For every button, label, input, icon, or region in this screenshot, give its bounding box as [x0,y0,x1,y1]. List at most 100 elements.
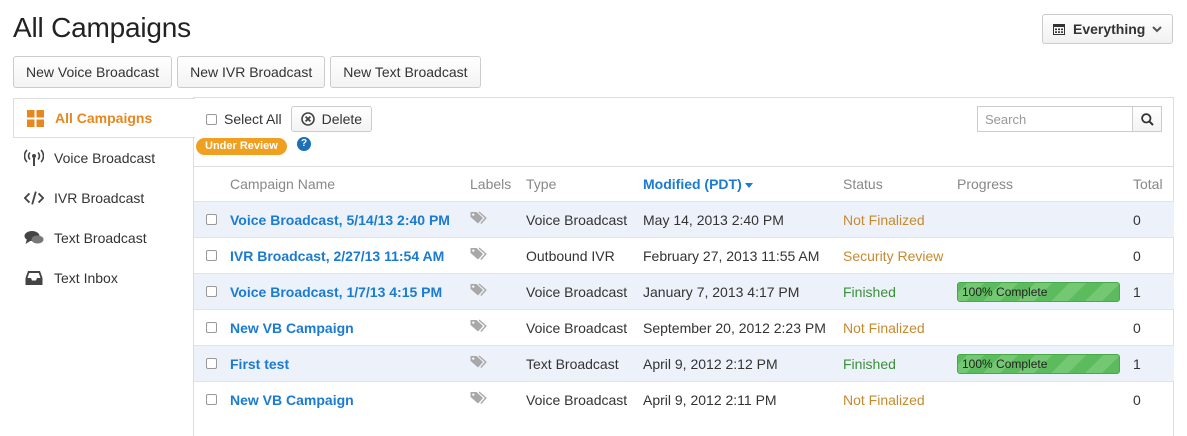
progress-bar: 100% Complete [957,281,1120,302]
campaign-total: 0 [1133,237,1174,274]
sidebar-item-text-inbox[interactable]: Text Inbox [13,258,194,298]
search-input[interactable] [977,106,1132,132]
filter-label: Everything [1073,21,1146,37]
campaign-name-link[interactable]: IVR Broadcast, 2/27/13 11:54 AM [230,248,444,264]
new-text-broadcast-button[interactable]: New Text Broadcast [330,56,481,88]
tag-icon[interactable] [470,391,487,405]
campaign-total: 1 [1133,273,1174,310]
under-review-badge[interactable]: Under Review [196,138,287,155]
table-header-row: Campaign Name Labels Type Modified (PDT)… [194,167,1174,202]
campaign-name-link[interactable]: Voice Broadcast, 5/14/13 2:40 PM [230,212,450,228]
table-row[interactable]: New VB Campaign Voice Broadcast September … [194,309,1174,346]
status-badge: Not Finalized [843,381,957,418]
progress-cell: 100% Complete [957,345,1133,382]
tag-icon[interactable] [470,247,487,261]
table-row[interactable]: New VB Campaign Voice Broadcast April 9, 2… [194,381,1174,418]
new-voice-broadcast-button[interactable]: New Voice Broadcast [13,56,173,88]
help-icon[interactable]: ? [297,137,311,151]
sidebar-item-label: All Campaigns [55,110,153,126]
tag-icon[interactable] [470,355,487,369]
new-campaign-buttons: New Voice Broadcast New IVR Broadcast Ne… [13,56,481,88]
row-checkbox[interactable] [206,357,217,369]
table-row[interactable]: First test Text Broadcast April 9, 2012 2:… [194,345,1174,382]
sidebar-item-all-campaigns[interactable]: All Campaigns [13,98,195,138]
campaign-modified: April 9, 2012 2:12 PM [643,345,843,382]
campaign-modified: April 9, 2012 2:11 PM [643,381,843,418]
row-checkbox[interactable] [206,321,217,333]
delete-circle-icon [300,112,315,126]
row-checkbox[interactable] [206,249,217,261]
checkbox[interactable] [206,113,217,125]
row-checkbox[interactable] [206,213,217,225]
tag-icon[interactable] [470,211,487,225]
delete-button[interactable]: Delete [290,106,373,132]
column-total[interactable]: Total [1133,167,1174,202]
status-badge: Not Finalized [843,309,957,346]
campaign-total: 1 [1133,345,1174,382]
status-badge: Finished [843,273,957,310]
status-badge: Security Review [843,237,957,274]
grid-icon [25,109,45,127]
inbox-icon [24,269,44,287]
campaign-name-link[interactable]: First test [230,356,289,372]
new-ivr-broadcast-button[interactable]: New IVR Broadcast [177,56,326,88]
row-checkbox[interactable] [206,393,217,405]
campaign-name-link[interactable]: Voice Broadcast, 1/7/13 4:15 PM [230,284,442,300]
sidebar-item-text-broadcast[interactable]: Text Broadcast [13,218,194,258]
sidebar-item-ivr-broadcast[interactable]: IVR Broadcast [13,178,194,218]
campaign-type: Voice Broadcast [526,309,643,346]
campaign-type: Outbound IVR [526,237,643,274]
table-row[interactable]: Voice Broadcast, 5/14/13 2:40 PM Voice Br… [194,201,1174,238]
chevron-down-icon [1152,26,1163,33]
sort-desc-icon [744,182,753,188]
progress-cell [957,309,1133,346]
table-toolbar: Select All Delete [206,106,373,132]
calendar-icon [1053,24,1065,35]
progress-cell [957,381,1133,418]
sidebar-item-label: Text Inbox [54,270,118,286]
column-labels: Labels [470,176,512,192]
campaign-total: 0 [1133,201,1174,238]
sidebar-item-voice-broadcast[interactable]: Voice Broadcast [13,138,194,178]
campaign-type: Voice Broadcast [526,273,643,310]
page-title: All Campaigns [13,12,191,43]
column-campaign-name[interactable]: Campaign Name [230,167,470,202]
sidebar: All Campaigns Voice Broadcast IVR Broadc… [13,98,195,436]
campaign-modified: January 7, 2013 4:17 PM [643,273,843,310]
chat-icon [24,229,44,247]
campaign-name-link[interactable]: New VB Campaign [230,392,354,408]
status-badge: Finished [843,345,957,382]
search-box [977,106,1162,132]
column-modified[interactable]: Modified (PDT) [643,167,843,202]
sidebar-item-label: IVR Broadcast [54,190,145,206]
column-modified-label: Modified (PDT) [643,176,742,192]
tag-icon[interactable] [470,319,487,333]
campaign-total: 0 [1133,309,1174,346]
sidebar-item-label: Voice Broadcast [54,150,156,166]
campaign-type: Voice Broadcast [526,381,643,418]
column-progress: Progress [957,176,1014,192]
tag-icon[interactable] [470,283,487,297]
campaign-type: Text Broadcast [526,345,643,382]
campaign-modified: May 14, 2013 2:40 PM [643,201,843,238]
table-row[interactable]: IVR Broadcast, 2/27/13 11:54 AM Outbound … [194,237,1174,274]
filter-dropdown[interactable]: Everything [1042,14,1173,44]
column-type[interactable]: Type [526,167,643,202]
progress-cell [957,237,1133,274]
code-icon [24,189,44,207]
campaign-name-link[interactable]: New VB Campaign [230,320,354,336]
progress-bar: 100% Complete [957,353,1120,374]
search-button[interactable] [1132,106,1162,132]
select-all-label: Select All [224,111,282,127]
status-badge: Not Finalized [843,201,957,238]
row-checkbox[interactable] [206,285,217,297]
campaign-type: Voice Broadcast [526,201,643,238]
progress-cell [957,201,1133,238]
delete-label: Delete [321,111,363,127]
table-row[interactable]: Voice Broadcast, 1/7/13 4:15 PM Voice Bro… [194,273,1174,310]
campaign-total: 0 [1133,381,1174,418]
campaign-modified: September 20, 2012 2:23 PM [643,309,843,346]
column-status[interactable]: Status [843,167,957,202]
progress-cell: 100% Complete [957,273,1133,310]
select-all-checkbox[interactable]: Select All [206,111,282,127]
